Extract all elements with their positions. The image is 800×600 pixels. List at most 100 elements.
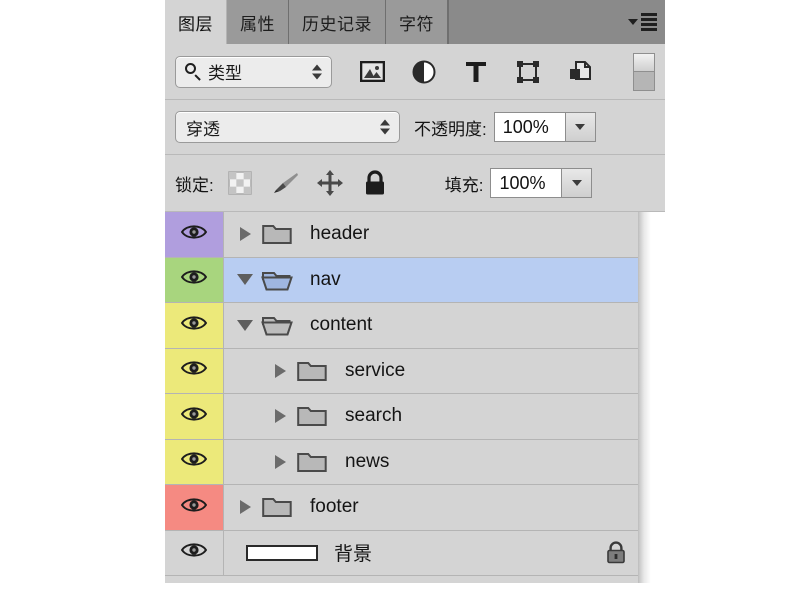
filter-type-value: 类型 [208, 64, 242, 83]
chevron-down-icon [571, 180, 582, 186]
eye-icon [180, 223, 208, 246]
layer-row-content[interactable]: content [165, 303, 665, 349]
layer-visibility-toggle[interactable] [165, 348, 224, 393]
toggle-slot [634, 72, 654, 90]
fill-value: 100% [499, 172, 546, 193]
search-icon [185, 63, 202, 80]
layer-list[interactable]: header nav content service search news footer 背… [165, 212, 665, 583]
layer-name[interactable]: nav [310, 269, 341, 291]
layer-thumbnail[interactable] [246, 544, 318, 561]
opacity-input[interactable]: 100% [493, 112, 566, 142]
expand-group-triangle-icon[interactable] [271, 409, 289, 424]
filter-type-select[interactable]: 类型 [175, 55, 332, 88]
layer-name[interactable]: news [345, 451, 389, 473]
tab-history[interactable]: 历史记录 [289, 0, 386, 44]
tab-character-label: 字符 [399, 14, 434, 34]
chevron-down-icon [628, 19, 638, 25]
layer-row-body[interactable]: search [224, 394, 665, 439]
layer-row-body[interactable]: nav [224, 258, 665, 303]
expand-group-triangle-icon[interactable] [236, 500, 254, 515]
eye-icon [180, 450, 208, 473]
layer-row-body[interactable]: news [224, 440, 665, 485]
layer-locked-icon [605, 541, 627, 565]
layer-row-search[interactable]: search [165, 394, 665, 440]
panel-tab-bar: 图层 属性 历史记录 字符 [165, 0, 665, 44]
lock-transparent-pixels-icon[interactable] [226, 169, 254, 197]
opacity-dropdown-button[interactable] [565, 112, 596, 142]
layer-name[interactable]: header [310, 223, 369, 245]
layer-name[interactable]: 背景 [334, 539, 372, 566]
filter-icon-group [359, 59, 593, 85]
filter-smart-object-icon[interactable] [567, 59, 593, 85]
layer-name[interactable]: footer [310, 496, 359, 518]
lock-position-icon[interactable] [316, 169, 344, 197]
eye-icon [180, 314, 208, 337]
filter-type-stepper[interactable] [312, 64, 322, 79]
tab-character[interactable]: 字符 [386, 0, 448, 44]
filter-shape-layers-icon[interactable] [515, 59, 541, 85]
folder-closed-icon [260, 495, 294, 519]
lock-label: 锁定: [175, 175, 214, 195]
layer-row-header[interactable]: header [165, 212, 665, 258]
blend-mode-value: 穿透 [186, 119, 220, 139]
folder-open-icon [260, 268, 294, 292]
tab-layers-label: 图层 [178, 14, 213, 34]
blend-mode-select[interactable]: 穿透 [175, 111, 400, 143]
layer-name[interactable]: service [345, 360, 405, 382]
fill-dropdown-button[interactable] [562, 168, 593, 198]
lock-all-icon[interactable] [361, 169, 389, 197]
collapse-group-triangle-icon[interactable] [236, 319, 254, 331]
folder-open-icon [260, 313, 294, 337]
eye-icon [180, 359, 208, 382]
filter-pixel-layers-icon[interactable] [359, 59, 385, 85]
tab-properties-label: 属性 [240, 14, 275, 34]
folder-closed-icon [295, 450, 329, 474]
folder-closed-icon [260, 222, 294, 246]
expand-group-triangle-icon[interactable] [236, 227, 254, 242]
tab-history-label: 历史记录 [302, 14, 372, 34]
filter-enable-toggle[interactable] [633, 52, 655, 91]
collapse-group-triangle-icon[interactable] [236, 274, 254, 286]
layer-row-body[interactable]: content [224, 303, 665, 348]
layers-panel: 图层 属性 历史记录 字符 类型 穿透 不透明度: 100% 锁定: 填充: 1… [165, 0, 665, 583]
layer-row-news[interactable]: news [165, 439, 665, 485]
layer-row-body[interactable]: 背景 [224, 531, 665, 576]
toggle-knob [634, 53, 654, 72]
layer-visibility-toggle[interactable] [165, 439, 224, 484]
filter-adjustment-layers-icon[interactable] [411, 59, 437, 85]
layer-row-body[interactable]: header [224, 212, 665, 257]
layer-row-footer[interactable]: footer [165, 485, 665, 531]
opacity-label: 不透明度: [414, 119, 487, 139]
folder-closed-icon [295, 404, 329, 428]
hamburger-icon [641, 13, 657, 31]
chevron-down-icon [575, 124, 586, 130]
expand-group-triangle-icon[interactable] [271, 363, 289, 378]
layer-filter-row: 类型 [165, 44, 665, 100]
layer-row-service[interactable]: service [165, 348, 665, 394]
blend-mode-stepper[interactable] [380, 119, 390, 135]
lock-image-pixels-icon[interactable] [271, 169, 299, 197]
layer-visibility-toggle[interactable] [165, 303, 224, 348]
layer-visibility-toggle[interactable] [165, 257, 224, 302]
layer-row-背景[interactable]: 背景 [165, 530, 665, 576]
layer-list-scrollbar[interactable] [638, 212, 665, 583]
layer-row-nav[interactable]: nav [165, 257, 665, 303]
lock-icon-group [226, 169, 389, 197]
layer-name[interactable]: content [310, 314, 372, 336]
layer-row-body[interactable]: service [224, 349, 665, 394]
opacity-value: 100% [502, 116, 549, 137]
filter-type-layers-icon[interactable] [463, 59, 489, 85]
panel-menu-icon[interactable] [627, 12, 657, 32]
fill-input[interactable]: 100% [490, 168, 563, 198]
folder-closed-icon [295, 359, 329, 383]
expand-group-triangle-icon[interactable] [271, 454, 289, 469]
layer-visibility-toggle[interactable] [165, 485, 224, 530]
layer-visibility-toggle[interactable] [165, 212, 224, 257]
tab-layers[interactable]: 图层 [165, 0, 227, 44]
tab-properties[interactable]: 属性 [227, 0, 289, 44]
layer-row-body[interactable]: footer [224, 485, 665, 530]
layer-name[interactable]: search [345, 405, 402, 427]
layer-visibility-toggle[interactable] [165, 394, 224, 439]
layer-visibility-toggle[interactable] [165, 530, 224, 575]
eye-icon [180, 541, 208, 564]
